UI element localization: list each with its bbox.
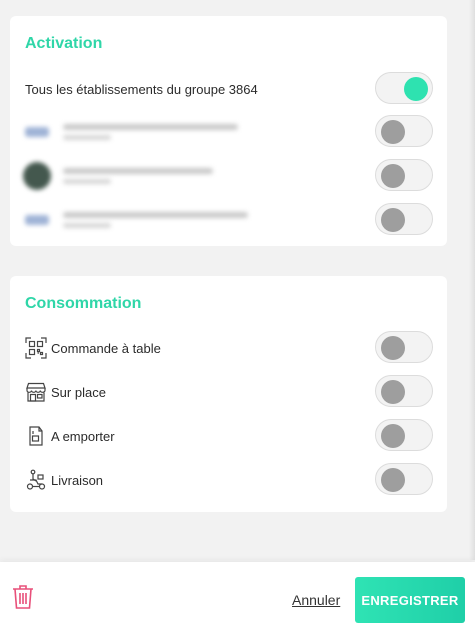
consommation-card: Consommation Commande à table Sur place …: [10, 276, 447, 512]
sur-place-toggle[interactable]: [375, 375, 433, 407]
establishment-row: [25, 203, 433, 237]
toggle-knob: [381, 468, 405, 492]
group-label: Tous les établissements du groupe 3864: [25, 81, 258, 97]
takeaway-bag-icon: [25, 425, 47, 447]
right-scroll-shadow: [469, 0, 475, 560]
consommation-row-emporter: A emporter: [25, 419, 433, 453]
consommation-row-table: Commande à table: [25, 331, 433, 365]
consommation-row-sur-place: Sur place: [25, 375, 433, 409]
consommation-row-livraison: Livraison: [25, 463, 433, 497]
group-row: Tous les établissements du groupe 3864: [25, 72, 433, 106]
toggle-knob: [381, 424, 405, 448]
activation-card: Activation Tous les établissements du gr…: [10, 16, 447, 246]
cancel-link[interactable]: Annuler: [292, 592, 340, 608]
establishment-toggle[interactable]: [375, 115, 433, 147]
establishment-info: [25, 212, 248, 228]
activation-title: Activation: [25, 35, 103, 52]
establishment-info: [23, 162, 213, 190]
delivery-scooter-icon: [25, 469, 47, 491]
establishment-row: [25, 115, 433, 149]
establishment-row: [23, 159, 433, 193]
toggle-knob: [404, 77, 428, 101]
blurred-avatar-icon: [23, 162, 51, 190]
blurred-name: [63, 168, 213, 174]
blurred-id: [63, 179, 111, 184]
toggle-knob: [381, 120, 405, 144]
consommation-label: Sur place: [51, 384, 106, 400]
establishment-toggle[interactable]: [375, 159, 433, 191]
blurred-logo-icon: [25, 127, 49, 137]
consommation-label: Commande à table: [51, 340, 161, 356]
blurred-name: [63, 124, 238, 130]
blurred-id: [63, 135, 111, 140]
toggle-knob: [381, 380, 405, 404]
blurred-name: [63, 212, 248, 218]
a-emporter-toggle[interactable]: [375, 419, 433, 451]
establishment-toggle[interactable]: [375, 203, 433, 235]
blurred-text: [63, 168, 213, 184]
establishment-info: [25, 124, 238, 140]
consommation-label: A emporter: [51, 428, 115, 444]
shop-icon: [25, 381, 47, 403]
blurred-logo-icon: [25, 215, 49, 225]
save-button[interactable]: ENREGISTRER: [355, 577, 465, 623]
commande-table-toggle[interactable]: [375, 331, 433, 363]
consommation-title: Consommation: [25, 295, 142, 312]
livraison-toggle[interactable]: [375, 463, 433, 495]
blurred-text: [63, 212, 248, 228]
footer-bar: Annuler ENREGISTRER: [0, 562, 475, 638]
trash-icon[interactable]: [12, 584, 34, 610]
blurred-id: [63, 223, 111, 228]
qr-code-icon: [25, 337, 47, 359]
blurred-text: [63, 124, 238, 140]
group-toggle[interactable]: [375, 72, 433, 104]
toggle-knob: [381, 336, 405, 360]
toggle-knob: [381, 164, 405, 188]
consommation-label: Livraison: [51, 472, 104, 488]
toggle-knob: [381, 208, 405, 232]
